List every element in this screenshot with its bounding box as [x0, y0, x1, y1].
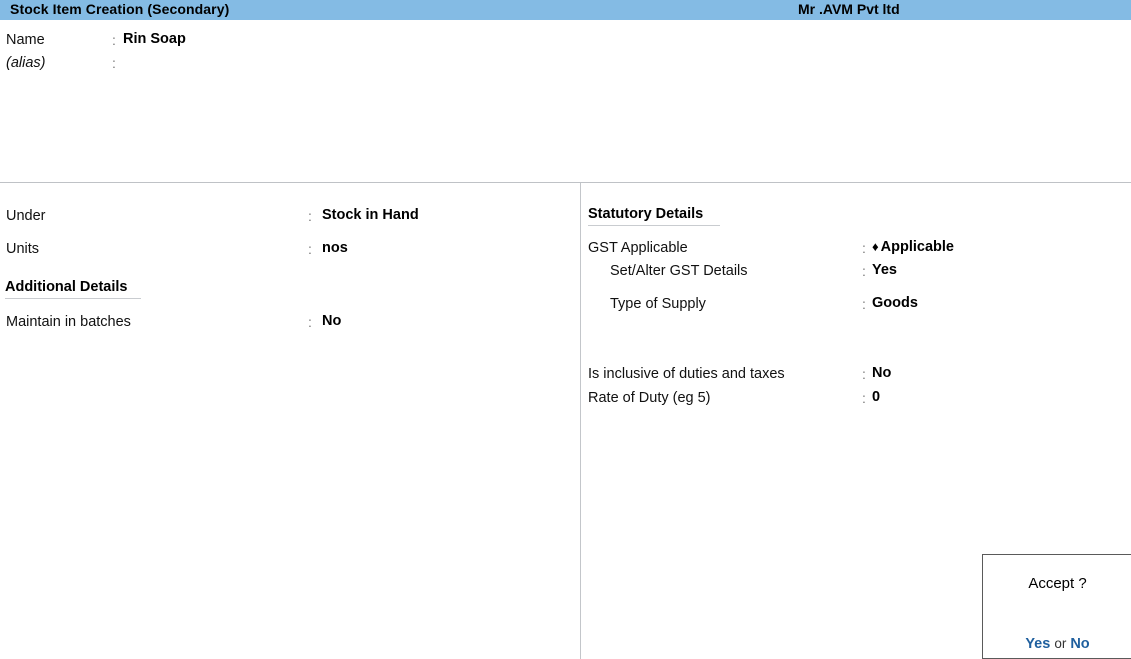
diamond-bullet-icon: ♦ — [872, 239, 879, 254]
type-of-supply-value[interactable]: Goods — [872, 295, 918, 311]
maintain-in-batches-colon: : — [308, 314, 312, 330]
accept-no-button[interactable]: No — [1070, 636, 1089, 652]
gst-applicable-value[interactable]: ♦ Applicable — [872, 239, 954, 255]
set-alter-gst-details-colon: : — [862, 263, 866, 279]
alias-label: (alias) — [6, 55, 46, 71]
gst-applicable-label: GST Applicable — [588, 240, 688, 256]
accept-dialog: Accept ? Yes or No — [982, 554, 1131, 659]
is-inclusive-of-duties-colon: : — [862, 366, 866, 382]
title-bar: Stock Item Creation (Secondary) Mr .AVM … — [0, 0, 1131, 20]
accept-or-label: or — [1054, 636, 1067, 651]
rate-of-duty-value[interactable]: 0 — [872, 389, 880, 405]
name-block: Name : Rin Soap (alias) : — [0, 20, 1131, 182]
rate-of-duty-colon: : — [862, 390, 866, 406]
is-inclusive-of-duties-label: Is inclusive of duties and taxes — [588, 366, 785, 382]
maintain-in-batches-label: Maintain in batches — [6, 314, 131, 330]
set-alter-gst-details-value[interactable]: Yes — [872, 262, 897, 278]
additional-details-heading: Additional Details — [5, 279, 141, 299]
rate-of-duty-label: Rate of Duty (eg 5) — [588, 390, 711, 406]
accept-yes-button[interactable]: Yes — [1025, 636, 1050, 652]
gst-applicable-value-text: Applicable — [880, 239, 954, 255]
company-name: Mr .AVM Pvt ltd — [798, 1, 900, 17]
name-input[interactable]: Rin Soap — [123, 31, 186, 47]
units-colon: : — [308, 241, 312, 257]
maintain-in-batches-value[interactable]: No — [322, 313, 341, 329]
gst-applicable-colon: : — [862, 240, 866, 256]
type-of-supply-colon: : — [862, 296, 866, 312]
units-value[interactable]: nos — [322, 240, 348, 256]
page-title: Stock Item Creation (Secondary) — [10, 1, 230, 17]
type-of-supply-label: Type of Supply — [610, 296, 706, 312]
under-colon: : — [308, 208, 312, 224]
name-colon: : — [112, 32, 116, 48]
accept-dialog-actions: Yes or No — [983, 636, 1131, 652]
set-alter-gst-details-label: Set/Alter GST Details — [610, 263, 748, 279]
left-details-column: Under : Stock in Hand Units : nos Additi… — [0, 183, 580, 659]
units-label: Units — [6, 241, 40, 257]
is-inclusive-of-duties-value[interactable]: No — [872, 365, 891, 381]
under-label: Under — [6, 208, 46, 224]
accept-dialog-title: Accept ? — [1028, 575, 1087, 592]
statutory-details-heading: Statutory Details — [588, 206, 720, 226]
under-value[interactable]: Stock in Hand — [322, 207, 419, 223]
name-label: Name — [6, 32, 45, 48]
alias-colon: : — [112, 55, 116, 71]
